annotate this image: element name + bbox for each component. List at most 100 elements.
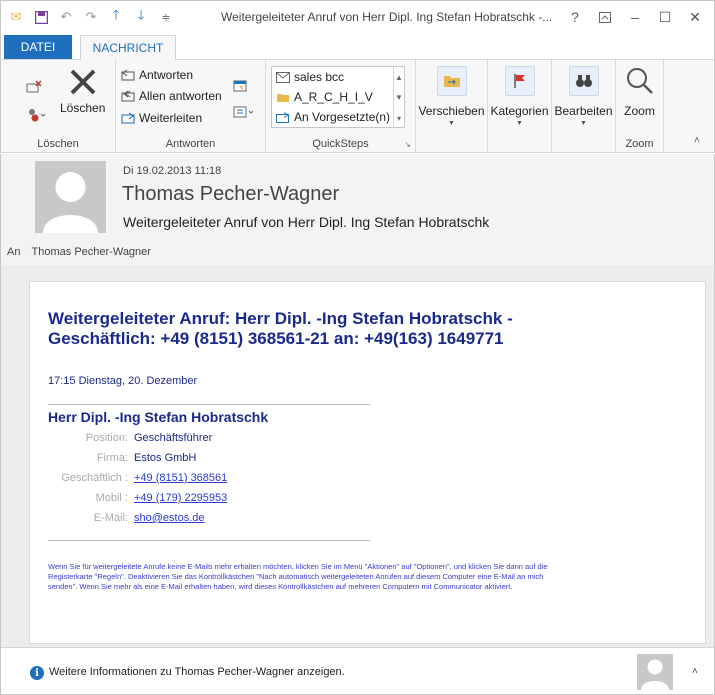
reply-button[interactable]: Antworten <box>121 68 193 82</box>
contact-field: E-Mail: sho@estos.de <box>48 512 205 524</box>
quickstep-item[interactable]: A_R_C_H_I_V <box>276 90 373 104</box>
reply-all-label: Allen antworten <box>139 89 222 103</box>
email-link[interactable]: sho@estos.de <box>134 512 205 524</box>
field-label: E-Mail: <box>93 512 128 524</box>
business-phone-link[interactable]: +49 (8151) 368561 <box>134 472 227 484</box>
move-button[interactable]: Verschieben ▼ <box>416 66 487 127</box>
contact-field: Mobil : +49 (179) 2295953 <box>48 492 228 504</box>
reply-all-icon <box>121 90 135 102</box>
sender-avatar[interactable] <box>35 161 106 233</box>
field-value: Estos GmbH <box>134 452 197 464</box>
flag-icon <box>504 66 535 96</box>
scroll-up-icon[interactable]: ▲ <box>395 73 403 82</box>
categorize-button[interactable]: Kategorien ▼ <box>488 66 551 127</box>
expand-gallery-icon[interactable]: ▾ <box>397 114 401 123</box>
zoom-button[interactable]: Zoom <box>616 66 663 118</box>
help-button[interactable]: ? <box>562 7 588 27</box>
more-info-link[interactable]: Weitere Informationen zu Thomas Pecher-W… <box>49 666 345 678</box>
message-header: Di 19.02.2013 11:18 Thomas Pecher-Wagner… <box>0 154 715 265</box>
quicksteps-scrollbar[interactable]: ▲ ▼ ▾ <box>393 67 404 129</box>
arrow-down-icon[interactable]: 🡓 <box>134 7 148 24</box>
reply-icon <box>121 69 135 81</box>
contact-name: Herr Dipl. -Ing Stefan Hobratschk <box>48 409 269 425</box>
contact-avatar[interactable] <box>637 654 673 690</box>
meeting-icon[interactable] <box>233 80 247 92</box>
message-title: Weitergeleiteter Anruf: Herr Dipl. -Ing … <box>48 309 513 348</box>
delete-button[interactable]: Löschen <box>60 66 105 115</box>
quickstep-item[interactable]: sales bcc <box>276 70 344 84</box>
group-label-quicksteps: QuickSteps <box>312 138 369 150</box>
divider <box>48 404 370 405</box>
undo-icon[interactable]: ↶ <box>59 9 73 24</box>
ribbon-group-move: Verschieben ▼ <box>416 60 488 153</box>
field-label: Mobil : <box>95 492 128 504</box>
collapse-ribbon-icon[interactable]: ˄ <box>694 135 700 146</box>
divider <box>48 540 370 541</box>
maximize-button[interactable]: ☐ <box>652 7 678 27</box>
ribbon-group-respond: Antworten Allen antworten Weiterleiten A… <box>116 60 266 153</box>
contact-field: Position: Geschäftsführer <box>48 432 212 444</box>
forward-label: Weiterleiten <box>139 111 203 125</box>
forward-to-manager-icon <box>276 111 290 123</box>
redo-icon[interactable]: ↷ <box>84 9 98 24</box>
field-value: Geschäftsführer <box>134 432 213 444</box>
quicksteps-gallery[interactable]: sales bcc A_R_C_H_I_V An Vorgesetzte(n) … <box>271 66 405 129</box>
info-icon: i <box>30 666 44 680</box>
sender-name[interactable]: Thomas Pecher-Wagner <box>122 183 339 206</box>
tab-file[interactable]: DATEI <box>4 35 72 59</box>
ribbon-tabs: DATEI NACHRICHT <box>0 33 715 61</box>
group-label-respond: Antworten <box>165 138 216 150</box>
message-body: Weitergeleiteter Anruf: Herr Dipl. -Ing … <box>29 281 706 644</box>
quickstep-item[interactable]: An Vorgesetzte(n) <box>276 110 390 124</box>
reply-all-button[interactable]: Allen antworten <box>121 89 222 103</box>
move-label: Verschieben <box>418 104 485 118</box>
envelope-icon[interactable]: ✉ <box>9 9 23 24</box>
recipient-name[interactable]: Thomas Pecher-Wagner <box>32 246 151 258</box>
call-time: 17:15 Dienstag, 20. Dezember <box>48 375 198 387</box>
ignore-icon[interactable] <box>26 80 42 94</box>
footer-note: Wenn Sie für weitergeleitete Anrufe kein… <box>48 562 548 591</box>
to-label: An <box>7 246 21 258</box>
minimize-button[interactable]: – <box>622 7 648 27</box>
sent-date: Di 19.02.2013 11:18 <box>123 165 222 177</box>
delete-label: Löschen <box>60 101 106 115</box>
reading-pane: Weitergeleiteter Anruf: Herr Dipl. -Ing … <box>0 265 715 647</box>
close-button[interactable]: ✕ <box>682 7 708 27</box>
scroll-down-icon[interactable]: ▼ <box>395 93 403 102</box>
subject: Weitergeleiteter Anruf von Herr Dipl. In… <box>123 214 490 230</box>
expand-people-pane-icon[interactable]: ˄ <box>692 666 698 677</box>
quickstep-label: An Vorgesetzte(n) <box>294 110 391 124</box>
ribbon-group-delete: Löschen Löschen <box>1 60 116 153</box>
arrow-up-icon[interactable]: 🡑 <box>109 7 123 24</box>
group-label-zoom: Zoom <box>625 138 654 150</box>
window-title: Weitergeleiteter Anruf von Herr Dipl. In… <box>221 10 553 24</box>
edit-button[interactable]: Bearbeiten ▼ <box>552 66 615 127</box>
ribbon-display-options-icon[interactable] <box>592 7 618 27</box>
folder-move-icon <box>276 92 290 103</box>
quick-access-toolbar: ✉ ↶ ↷ 🡑 🡓 ≑ <box>1 7 173 24</box>
save-icon[interactable] <box>34 10 48 24</box>
ribbon-group-tags: Kategorien ▼ <box>488 60 552 153</box>
tab-message[interactable]: NACHRICHT <box>80 35 176 61</box>
junk-icon[interactable] <box>26 108 46 122</box>
categorize-label: Kategorien <box>490 104 549 118</box>
mobile-phone-link[interactable]: +49 (179) 2295953 <box>134 492 227 504</box>
recipient-row: An Thomas Pecher-Wagner <box>7 246 151 258</box>
ribbon-group-zoom: Zoom Zoom <box>616 60 664 153</box>
reply-label: Antworten <box>139 68 194 82</box>
dropdown-arrow-icon: ▼ <box>448 120 455 127</box>
more-respond-icon[interactable] <box>233 106 255 118</box>
binoculars-icon <box>568 66 599 96</box>
forward-button[interactable]: Weiterleiten <box>121 111 202 125</box>
mail-bcc-icon <box>276 71 290 83</box>
title-bar: ✉ ↶ ↷ 🡑 🡓 ≑ Weitergeleiteter Anruf von H… <box>0 0 715 33</box>
people-pane: i Weitere Informationen zu Thomas Pecher… <box>0 647 715 695</box>
contact-field: Geschäftlich : +49 (8151) 368561 <box>48 472 227 484</box>
move-folder-icon <box>436 66 467 96</box>
contact-field: Firma: Estos GmbH <box>48 452 197 464</box>
forward-icon <box>121 112 135 124</box>
quickstep-label: A_R_C_H_I_V <box>294 90 373 104</box>
customize-toolbar-icon[interactable]: ≑ <box>159 10 173 24</box>
zoom-label: Zoom <box>624 104 655 118</box>
dialog-launcher-icon[interactable]: ↘ <box>404 140 411 149</box>
